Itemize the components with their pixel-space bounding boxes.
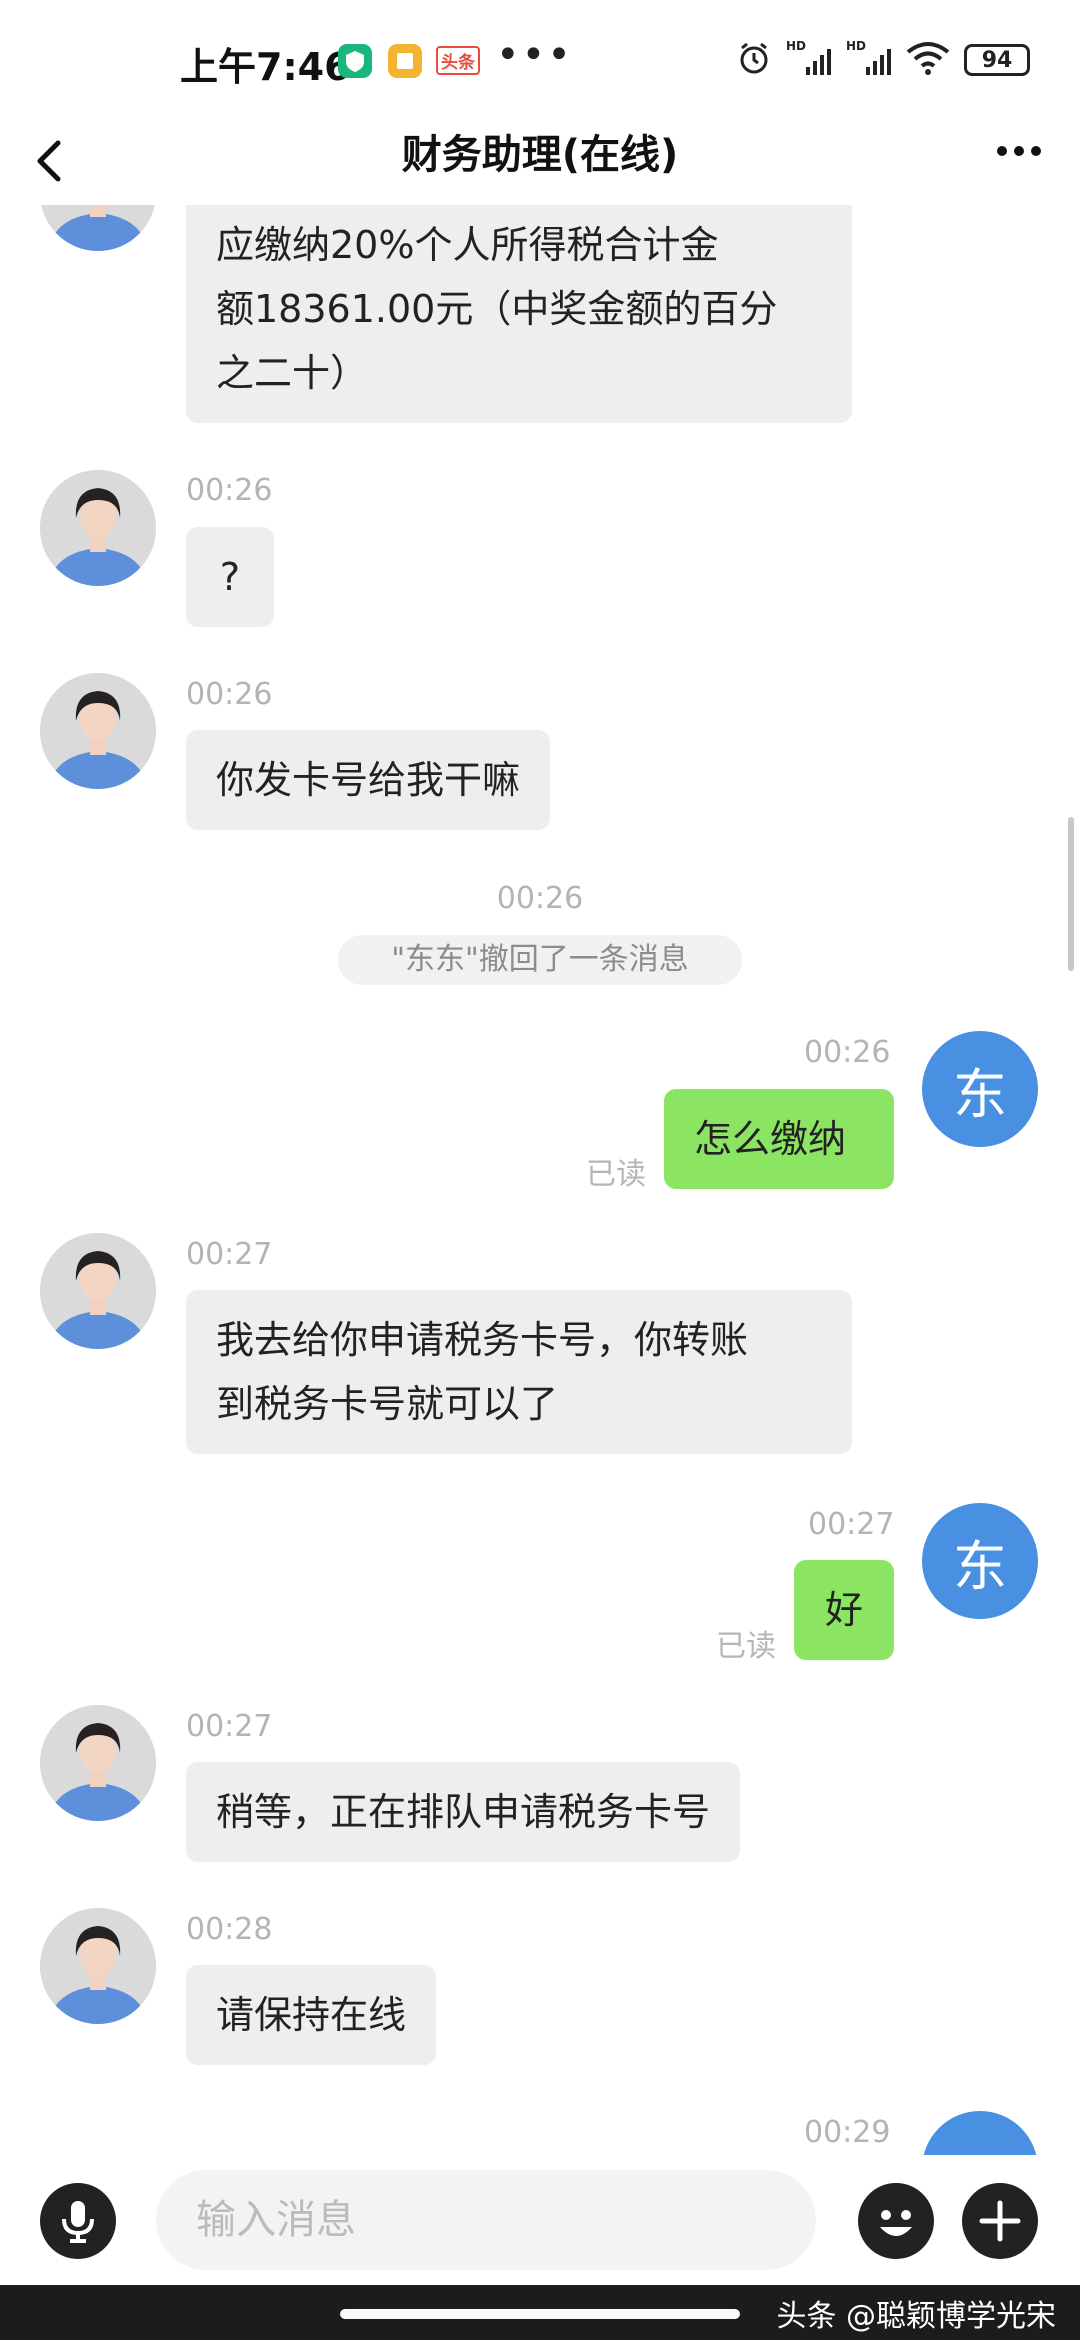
avatar[interactable]	[40, 1908, 156, 2024]
message-time: 00:27	[808, 1507, 895, 1542]
message-time: 00:27	[186, 1237, 273, 1272]
wifi-icon	[906, 40, 950, 80]
chat-header: 财务助理(在线)	[0, 125, 1080, 205]
toutiao-app-icon: 头条	[436, 44, 480, 78]
message-time: 00:28	[186, 1912, 273, 1947]
navigation-bar: 头条 @聪颖博学光宋	[0, 2285, 1080, 2340]
status-icons: HD HD 94	[736, 38, 1030, 82]
status-time: 上午7:46	[180, 45, 351, 89]
message-bubble[interactable]: 应缴纳20%个人所得税合计金 额18361.00元（中奖金额的百分 之二十）	[186, 205, 852, 423]
home-handle[interactable]	[340, 2309, 740, 2319]
smiley-icon	[880, 2210, 912, 2236]
message-line: 我去给你申请税务卡号，你转账	[216, 1318, 749, 1362]
message-bubble[interactable]: 好	[794, 1560, 894, 1660]
input-bar: 输入消息	[0, 2155, 1080, 2285]
message-time: 00:27	[186, 1709, 273, 1744]
message-input[interactable]: 输入消息	[156, 2170, 816, 2270]
avatar[interactable]	[40, 205, 156, 251]
my-avatar-text: 东	[953, 1534, 1007, 1598]
read-receipt: 已读	[716, 1629, 776, 1664]
emoji-button[interactable]	[858, 2183, 934, 2259]
message-bubble[interactable]: 怎么缴纳	[664, 1089, 894, 1189]
message-bubble[interactable]: 你发卡号给我干嘛	[186, 730, 551, 830]
hd-signal-icon: HD	[786, 39, 832, 81]
avatar[interactable]	[40, 673, 156, 789]
status-more-dots: •••	[496, 32, 573, 78]
message-bubble[interactable]: 稍等，正在排队申请税务卡号	[186, 1762, 741, 1862]
toutiao-app-label: 头条	[436, 46, 480, 75]
read-receipt: 已读	[586, 1157, 646, 1192]
message-text: 你发卡号给我干嘛	[216, 758, 521, 802]
message-bubble[interactable]: ?	[186, 527, 274, 627]
message-time: 00:26	[186, 473, 273, 508]
add-button[interactable]	[962, 2183, 1038, 2259]
message-time: 00:26	[804, 1035, 891, 1070]
watermark: 头条 @聪颖博学光宋	[776, 2299, 1056, 2334]
voice-button[interactable]	[40, 2183, 116, 2259]
message-text: 好	[824, 1588, 863, 1632]
svg-text:HD: HD	[786, 39, 806, 53]
screen: { "status_bar": { "time": "上午7:46", "app…	[0, 0, 1080, 2340]
my-avatar[interactable]: 东	[922, 1031, 1038, 1147]
status-bar: 上午7:46 头条 ••• HD HD 94	[0, 0, 1080, 125]
recall-notice: "东东"撤回了一条消息	[338, 935, 742, 985]
battery-level: 94	[981, 47, 1013, 73]
my-avatar[interactable]: 东	[922, 1503, 1038, 1619]
chat-title: 财务助理(在线)	[401, 132, 679, 178]
avatar[interactable]	[40, 1233, 156, 1349]
svg-text:HD: HD	[846, 39, 866, 53]
message-text: 稍等，正在排队申请税务卡号	[216, 1790, 711, 1834]
message-line: 额18361.00元（中奖金额的百分	[216, 287, 778, 331]
hd-signal-icon: HD	[846, 39, 892, 81]
message-bubble[interactable]: 请保持在线	[186, 1965, 437, 2065]
message-time: 00:29	[804, 2115, 891, 2150]
message-text: ?	[219, 555, 241, 599]
message-time: 00:26	[186, 677, 273, 712]
microphone-icon	[62, 2201, 94, 2243]
more-dots-icon	[997, 146, 1041, 156]
battery-icon: 94	[964, 44, 1030, 76]
my-avatar-text: 东	[953, 1062, 1007, 1126]
note-app-icon	[388, 44, 422, 78]
message-line: 到税务卡号就可以了	[216, 1382, 559, 1426]
my-avatar[interactable]	[922, 2111, 1038, 2155]
message-line: 应缴纳20%个人所得税合计金	[216, 223, 719, 267]
system-time: 00:26	[496, 881, 584, 916]
message-text: 怎么缴纳	[694, 1117, 847, 1161]
shield-app-icon	[338, 44, 372, 78]
message-bubble[interactable]: 我去给你申请税务卡号，你转账 到税务卡号就可以了	[186, 1290, 852, 1454]
alarm-icon	[736, 40, 772, 80]
message-text: 请保持在线	[216, 1993, 407, 2037]
avatar[interactable]	[40, 470, 156, 586]
more-options-button[interactable]	[984, 129, 1054, 189]
message-line: 之二十）	[216, 351, 369, 395]
plus-icon	[979, 2200, 1021, 2242]
message-list[interactable]: 应缴纳20%个人所得税合计金 额18361.00元（中奖金额的百分 之二十） 0…	[0, 205, 1080, 2155]
avatar[interactable]	[40, 1705, 156, 1821]
